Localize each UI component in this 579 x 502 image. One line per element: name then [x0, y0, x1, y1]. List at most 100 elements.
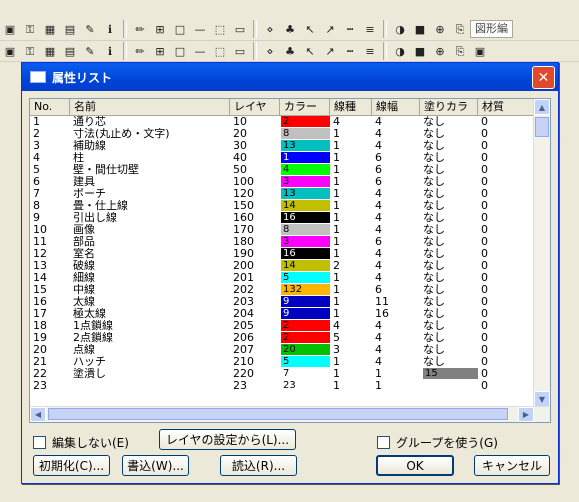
cell-no[interactable]: 2 [30, 128, 70, 140]
cell-no[interactable]: 18 [30, 320, 70, 332]
cell-linetype[interactable]: 2 [330, 260, 372, 272]
cell-name[interactable]: 2点鎖線 [70, 332, 230, 344]
cell-material[interactable]: 0 [478, 308, 540, 320]
cell-layer[interactable]: 220 [230, 368, 280, 380]
cell-width[interactable]: 1 [372, 368, 420, 380]
door-icon[interactable]: ▭ [232, 43, 248, 59]
cell-material[interactable]: 0 [478, 128, 540, 140]
table-row[interactable]: 15 中線 202 132 1 6 なし 0 [30, 284, 540, 296]
layer4-icon[interactable]: ┅ [342, 43, 358, 59]
column-header[interactable]: 線種 [330, 99, 372, 115]
cell-name[interactable]: 中線 [70, 284, 230, 296]
cell-no[interactable]: 10 [30, 224, 70, 236]
layer1-icon[interactable]: ♣ [282, 43, 298, 59]
table-row[interactable]: 13 破線 200 14 2 4 なし 0 [30, 260, 540, 272]
cell-name[interactable]: 部品 [70, 236, 230, 248]
plan-icon[interactable]: ⋄ [262, 43, 278, 59]
cell-linetype[interactable]: 1 [330, 188, 372, 200]
rect-icon[interactable]: □ [172, 21, 188, 37]
table-row[interactable]: 9 引出し線 160 16 1 4 なし 0 [30, 212, 540, 224]
cell-material[interactable]: 0 [478, 272, 540, 284]
cell-material[interactable]: 0 [478, 140, 540, 152]
block-icon[interactable]: ■ [412, 21, 428, 37]
pen-icon[interactable]: ✏ [132, 43, 148, 59]
cell-name[interactable] [70, 380, 230, 392]
from-layer-button[interactable]: レイヤの設定から(L)... [159, 429, 296, 450]
cell-width[interactable]: 6 [372, 236, 420, 248]
scroll-left-icon[interactable]: ◀ [30, 407, 46, 422]
cell-name[interactable]: 画像 [70, 224, 230, 236]
cell-width[interactable]: 4 [372, 224, 420, 236]
column-header[interactable]: No. [30, 99, 70, 115]
table-row[interactable]: 19 2点鎖線 206 2 5 4 なし 0 [30, 332, 540, 344]
cell-material[interactable]: 0 [478, 356, 540, 368]
cell-material[interactable]: 0 [478, 176, 540, 188]
scroll-up-icon[interactable]: ▲ [534, 99, 550, 115]
cell-material[interactable]: 0 [478, 164, 540, 176]
table-row[interactable]: 18 1点鎖線 205 2 4 4 なし 0 [30, 320, 540, 332]
cell-layer[interactable]: 203 [230, 296, 280, 308]
cell-layer[interactable]: 30 [230, 140, 280, 152]
color-cell[interactable]: 5 [280, 272, 330, 284]
cell-layer[interactable]: 200 [230, 260, 280, 272]
star-icon[interactable]: □ [172, 43, 188, 59]
cell-width[interactable]: 6 [372, 284, 420, 296]
edit-icon[interactable]: ✎ [82, 21, 98, 37]
cell-name[interactable]: 壁・間仕切壁 [70, 164, 230, 176]
color-cell[interactable]: 3 [280, 176, 330, 188]
cell-linetype[interactable]: 1 [330, 236, 372, 248]
layer10-icon[interactable]: ▣ [472, 43, 488, 59]
cell-no[interactable]: 1 [30, 116, 70, 128]
layer9-icon[interactable]: ⎘ [452, 43, 468, 59]
cell-width[interactable]: 4 [372, 116, 420, 128]
cell-material[interactable]: 0 [478, 116, 540, 128]
table-row[interactable]: 1 通り芯 10 2 4 4 なし 0 [30, 116, 540, 128]
cell-fill[interactable]: なし [420, 212, 478, 224]
cell-fill[interactable] [420, 380, 478, 392]
cell-material[interactable]: 0 [478, 212, 540, 224]
cell-width[interactable]: 4 [372, 188, 420, 200]
table-row[interactable]: 16 太線 203 9 1 11 なし 0 [30, 296, 540, 308]
dash-line-icon[interactable]: ┅ [342, 21, 358, 37]
curve-icon[interactable]: ▦ [42, 43, 58, 59]
cell-fill[interactable]: なし [420, 332, 478, 344]
cell-width[interactable]: 11 [372, 296, 420, 308]
arrow-icon[interactable]: ↗ [322, 21, 338, 37]
cell-linetype[interactable]: 1 [330, 356, 372, 368]
cell-layer[interactable]: 190 [230, 248, 280, 260]
line-icon[interactable]: — [192, 21, 208, 37]
cell-material[interactable]: 0 [478, 248, 540, 260]
cell-layer[interactable]: 120 [230, 188, 280, 200]
house-icon[interactable]: ▤ [62, 43, 78, 59]
write-button[interactable]: 書込(W)... [122, 455, 189, 476]
layer5-icon[interactable]: ≡ [362, 43, 378, 59]
cell-layer[interactable]: 207 [230, 344, 280, 356]
cell-width[interactable]: 4 [372, 260, 420, 272]
color-cell[interactable]: 3 [280, 236, 330, 248]
cell-name[interactable]: ハッチ [70, 356, 230, 368]
and-icon[interactable]: ⊕ [432, 21, 448, 37]
use-group-checkbox[interactable]: グループを使う(G) [377, 434, 498, 451]
cell-fill[interactable]: なし [420, 176, 478, 188]
color-cell[interactable]: 8 [280, 128, 330, 140]
cell-linetype[interactable]: 4 [330, 116, 372, 128]
table-row[interactable]: 23 23 23 1 1 0 [30, 380, 540, 392]
cell-fill[interactable]: なし [420, 128, 478, 140]
cell-no[interactable]: 23 [30, 380, 70, 392]
layer3-icon[interactable]: ↗ [322, 43, 338, 59]
cell-no[interactable]: 21 [30, 356, 70, 368]
color-cell[interactable]: 4 [280, 164, 330, 176]
cell-material[interactable]: 0 [478, 260, 540, 272]
color-cell[interactable]: 20 [280, 344, 330, 356]
cell-no[interactable]: 17 [30, 308, 70, 320]
cell-material[interactable]: 0 [478, 332, 540, 344]
cell-material[interactable]: 0 [478, 296, 540, 308]
tool-icon[interactable]: ✎ [82, 43, 98, 59]
cell-fill[interactable]: なし [420, 356, 478, 368]
no-edit-checkbox[interactable]: 編集しない(E) [33, 434, 129, 451]
people-icon[interactable]: ♣ [282, 21, 298, 37]
cell-linetype[interactable]: 1 [330, 140, 372, 152]
column-header[interactable]: レイヤ [230, 99, 280, 115]
cell-fill[interactable]: なし [420, 308, 478, 320]
cell-layer[interactable]: 40 [230, 152, 280, 164]
